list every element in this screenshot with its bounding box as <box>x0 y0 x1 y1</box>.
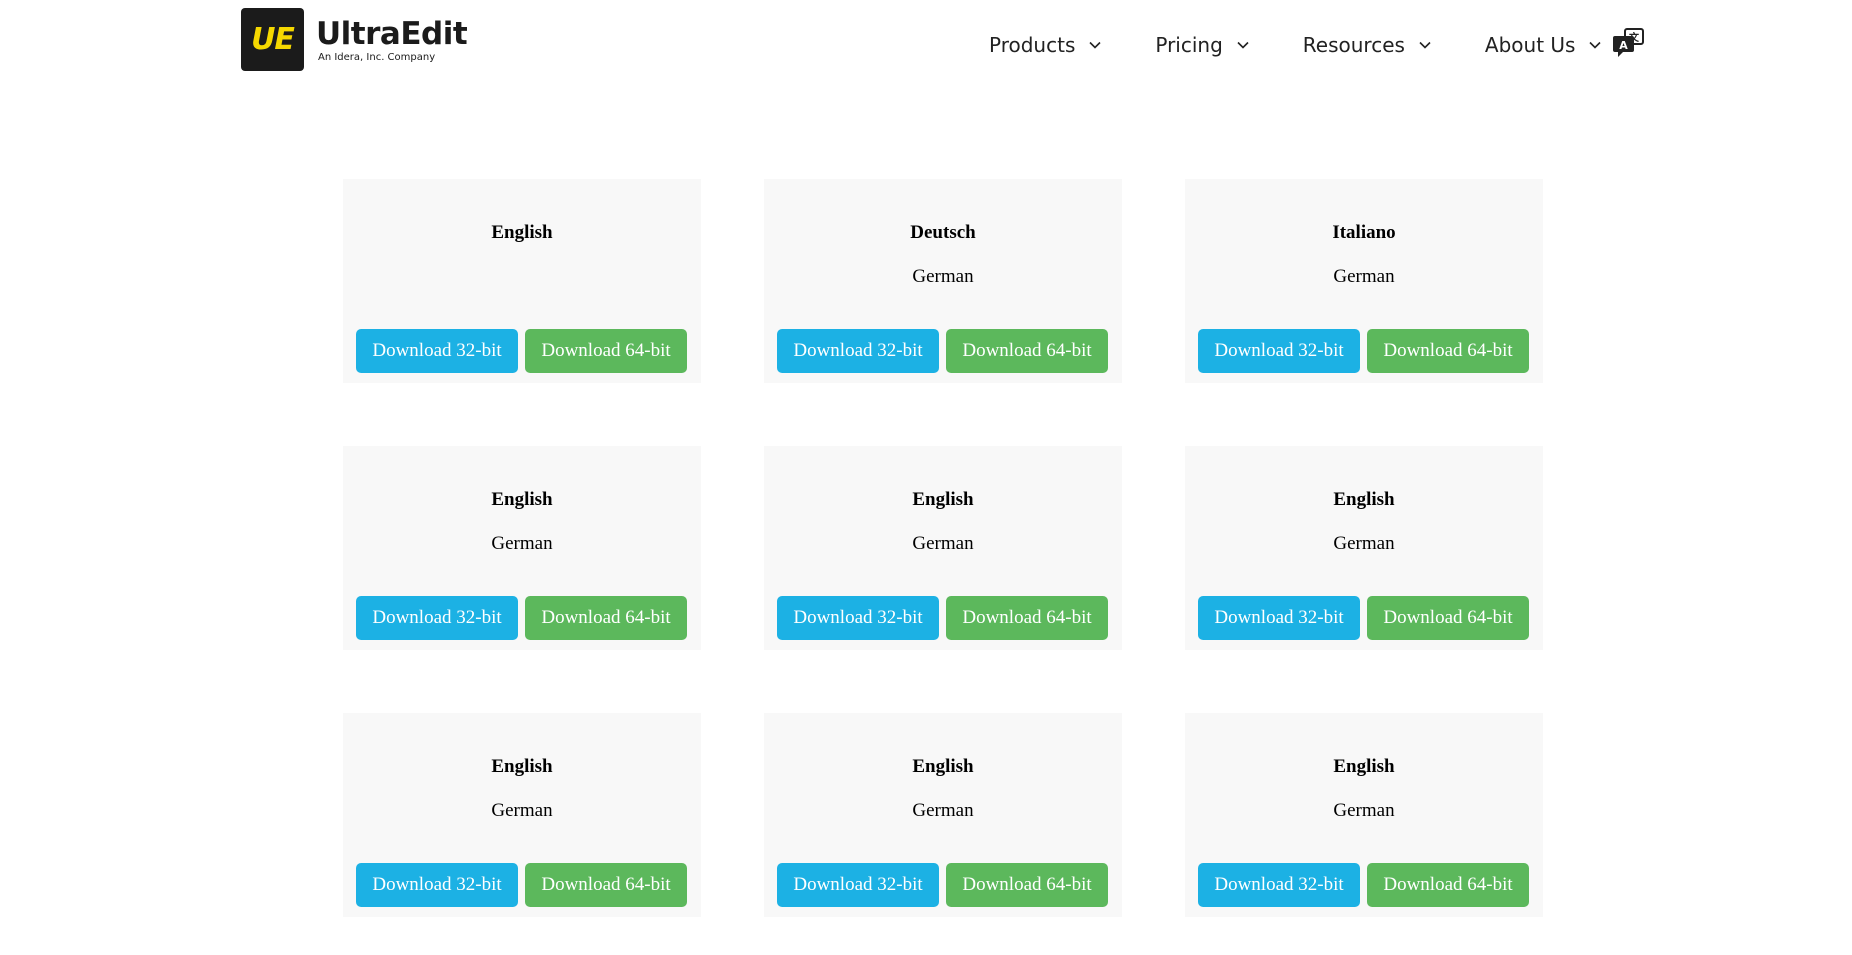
chevron-down-icon <box>1589 41 1602 49</box>
language-card: English German Download 32-bit Download … <box>343 713 701 917</box>
download-64bit-button[interactable]: Download 64-bit <box>946 863 1108 907</box>
card-title: Italiano <box>1332 222 1396 243</box>
card-title: English <box>1333 489 1395 510</box>
nav-about-us[interactable]: About Us <box>1485 30 1604 60</box>
language-card: English German Download 32-bit Download … <box>343 446 701 650</box>
chevron-down-icon <box>1237 41 1249 49</box>
card-buttons: Download 32-bit Download 64-bit <box>1198 863 1529 907</box>
translate-icon[interactable]: 文 A <box>1612 27 1646 61</box>
nav-pricing[interactable]: Pricing <box>1155 30 1250 60</box>
card-buttons: Download 32-bit Download 64-bit <box>356 863 687 907</box>
logo-text: UltraEdit An Idera, Inc. Company <box>316 15 468 63</box>
language-card: Italiano German Download 32-bit Download… <box>1185 179 1543 383</box>
language-card: Deutsch German Download 32-bit Download … <box>764 179 1122 383</box>
download-32bit-button[interactable]: Download 32-bit <box>777 329 939 373</box>
download-32bit-button[interactable]: Download 32-bit <box>356 329 518 373</box>
nav-products-label: Products <box>989 33 1076 57</box>
card-subtitle: German <box>912 533 974 554</box>
card-subtitle: German <box>912 266 974 287</box>
nav-resources-label: Resources <box>1302 33 1405 57</box>
card-title: English <box>1333 756 1395 777</box>
language-card: English German Download 32-bit Download … <box>764 446 1122 650</box>
language-card: English Download 32-bit Download 64-bit <box>343 179 701 383</box>
card-title: English <box>491 489 553 510</box>
nav-pricing-label: Pricing <box>1155 33 1223 57</box>
download-32bit-button[interactable]: Download 32-bit <box>777 596 939 640</box>
nav-about-us-label: About Us <box>1484 33 1576 57</box>
download-64bit-button[interactable]: Download 64-bit <box>1367 863 1529 907</box>
card-title: English <box>491 756 553 777</box>
logo-name: UltraEdit <box>316 15 468 52</box>
download-32bit-button[interactable]: Download 32-bit <box>1198 596 1360 640</box>
card-subtitle: German <box>1333 533 1395 554</box>
download-64bit-button[interactable]: Download 64-bit <box>946 329 1108 373</box>
card-buttons: Download 32-bit Download 64-bit <box>356 596 687 640</box>
card-subtitle: German <box>491 533 553 554</box>
card-title: English <box>912 489 974 510</box>
nav-resources[interactable]: Resources <box>1303 30 1433 60</box>
card-buttons: Download 32-bit Download 64-bit <box>1198 329 1529 373</box>
nav-products[interactable]: Products <box>989 30 1103 60</box>
logo-tagline: An Idera, Inc. Company <box>318 51 436 63</box>
main-nav: Products Pricing Resources About Us <box>989 30 1655 60</box>
card-subtitle: German <box>1333 800 1395 821</box>
card-title: Deutsch <box>910 222 976 243</box>
logo-mark-icon: UE <box>241 8 304 71</box>
svg-text:A: A <box>1619 39 1628 52</box>
card-buttons: Download 32-bit Download 64-bit <box>356 329 687 373</box>
ultraedit-logo[interactable]: UE UltraEdit An Idera, Inc. Company <box>241 8 468 71</box>
download-64bit-button[interactable]: Download 64-bit <box>1367 596 1529 640</box>
download-64bit-button[interactable]: Download 64-bit <box>946 596 1108 640</box>
chevron-down-icon <box>1419 41 1431 49</box>
download-64bit-button[interactable]: Download 64-bit <box>525 596 687 640</box>
chevron-down-icon <box>1089 41 1101 49</box>
card-buttons: Download 32-bit Download 64-bit <box>1198 596 1529 640</box>
card-buttons: Download 32-bit Download 64-bit <box>777 329 1108 373</box>
language-card: English German Download 32-bit Download … <box>764 713 1122 917</box>
card-title: English <box>491 222 553 243</box>
card-title: English <box>912 756 974 777</box>
card-buttons: Download 32-bit Download 64-bit <box>777 863 1108 907</box>
card-subtitle: German <box>1333 266 1395 287</box>
language-card: English German Download 32-bit Download … <box>1185 713 1543 917</box>
download-32bit-button[interactable]: Download 32-bit <box>777 863 939 907</box>
download-32bit-button[interactable]: Download 32-bit <box>356 863 518 907</box>
language-card: English German Download 32-bit Download … <box>1185 446 1543 650</box>
site-header: UE UltraEdit An Idera, Inc. Company Prod… <box>0 0 1852 100</box>
download-32bit-button[interactable]: Download 32-bit <box>1198 863 1360 907</box>
card-subtitle: German <box>912 800 974 821</box>
card-subtitle: German <box>491 800 553 821</box>
download-64bit-button[interactable]: Download 64-bit <box>525 329 687 373</box>
download-64bit-button[interactable]: Download 64-bit <box>1367 329 1529 373</box>
card-buttons: Download 32-bit Download 64-bit <box>777 596 1108 640</box>
download-64bit-button[interactable]: Download 64-bit <box>525 863 687 907</box>
download-32bit-button[interactable]: Download 32-bit <box>356 596 518 640</box>
download-32bit-button[interactable]: Download 32-bit <box>1198 329 1360 373</box>
